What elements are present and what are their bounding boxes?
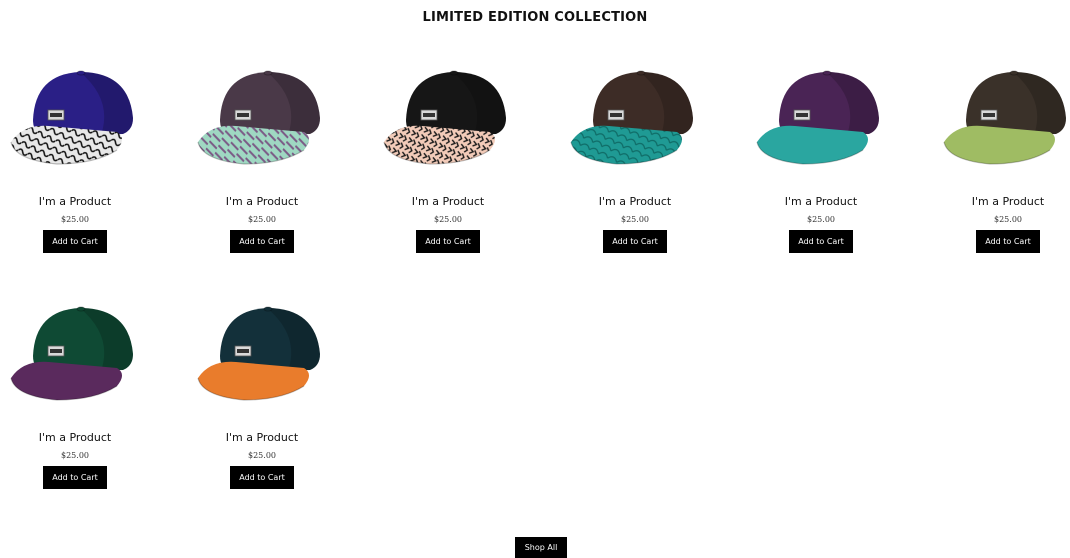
- product-name[interactable]: I'm a Product: [746, 195, 896, 208]
- product-price: $25.00: [621, 215, 649, 224]
- product-name[interactable]: I'm a Product: [187, 195, 337, 208]
- product-card[interactable]: I'm a Product $25.00 Add to Cart: [187, 55, 337, 265]
- product-image[interactable]: [5, 60, 145, 170]
- product-name[interactable]: I'm a Product: [373, 195, 523, 208]
- product-image[interactable]: [751, 60, 891, 170]
- add-to-cart-button[interactable]: Add to Cart: [230, 466, 294, 489]
- product-price: $25.00: [994, 215, 1022, 224]
- product-price: $25.00: [248, 451, 276, 460]
- section-title: LIMITED EDITION COLLECTION: [422, 10, 648, 25]
- product-image[interactable]: [5, 296, 145, 406]
- product-image[interactable]: [565, 60, 705, 170]
- add-to-cart-button[interactable]: Add to Cart: [416, 230, 480, 253]
- product-card[interactable]: I'm a Product $25.00 Add to Cart: [746, 55, 896, 265]
- product-card[interactable]: I'm a Product $25.00 Add to Cart: [373, 55, 523, 265]
- add-to-cart-button[interactable]: Add to Cart: [230, 230, 294, 253]
- cap-image: [383, 70, 506, 165]
- product-image[interactable]: [378, 60, 518, 170]
- product-name[interactable]: I'm a Product: [0, 431, 150, 444]
- cap-image: [943, 70, 1066, 165]
- product-card[interactable]: I'm a Product $25.00 Add to Cart: [187, 291, 337, 501]
- product-card[interactable]: I'm a Product $25.00 Add to Cart: [933, 55, 1070, 265]
- product-name[interactable]: I'm a Product: [187, 431, 337, 444]
- product-card[interactable]: I'm a Product $25.00 Add to Cart: [560, 55, 710, 265]
- product-image[interactable]: [938, 60, 1070, 170]
- cap-image: [10, 306, 133, 401]
- cap-image: [570, 70, 693, 165]
- product-name[interactable]: I'm a Product: [560, 195, 710, 208]
- add-to-cart-button[interactable]: Add to Cart: [43, 230, 107, 253]
- product-card[interactable]: I'm a Product $25.00 Add to Cart: [0, 55, 150, 265]
- product-price: $25.00: [807, 215, 835, 224]
- shop-all-button[interactable]: Shop All: [515, 537, 567, 558]
- product-gallery-page: LIMITED EDITION COLLECTION I'm a Product…: [0, 0, 1070, 558]
- product-image[interactable]: [192, 296, 332, 406]
- product-price: $25.00: [434, 215, 462, 224]
- cap-image: [756, 70, 879, 165]
- product-name[interactable]: I'm a Product: [933, 195, 1070, 208]
- add-to-cart-button[interactable]: Add to Cart: [43, 466, 107, 489]
- product-name[interactable]: I'm a Product: [0, 195, 150, 208]
- product-price: $25.00: [61, 451, 89, 460]
- add-to-cart-button[interactable]: Add to Cart: [603, 230, 667, 253]
- product-image[interactable]: [192, 60, 332, 170]
- product-grid: I'm a Product $25.00 Add to Cart I'm a P…: [0, 55, 1070, 505]
- cap-image: [197, 70, 320, 165]
- cap-image: [197, 306, 320, 401]
- product-price: $25.00: [61, 215, 89, 224]
- product-card[interactable]: I'm a Product $25.00 Add to Cart: [0, 291, 150, 501]
- product-price: $25.00: [248, 215, 276, 224]
- add-to-cart-button[interactable]: Add to Cart: [976, 230, 1040, 253]
- add-to-cart-button[interactable]: Add to Cart: [789, 230, 853, 253]
- cap-image: [10, 70, 133, 165]
